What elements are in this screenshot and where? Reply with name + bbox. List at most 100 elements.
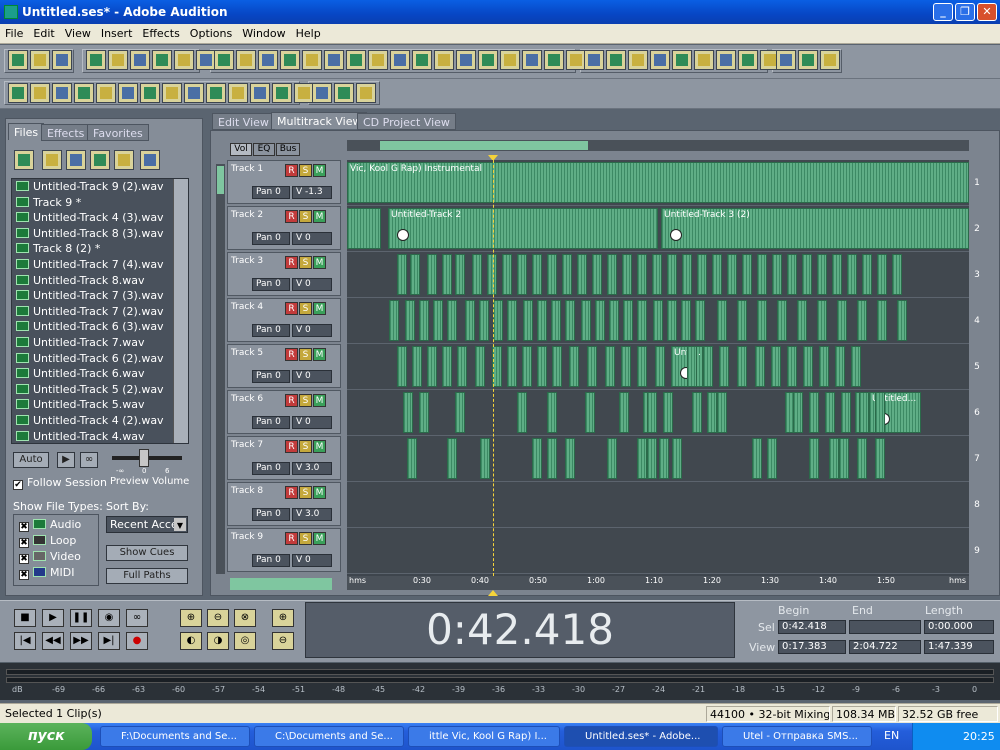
record-arm-button[interactable]: R: [285, 210, 298, 223]
solo-button[interactable]: S: [299, 440, 312, 453]
audio-clip[interactable]: [841, 392, 851, 433]
mute-button[interactable]: M: [313, 302, 326, 315]
preview-volume-slider[interactable]: [139, 449, 149, 467]
track-lane[interactable]: Untitled-Track 2 Untitled-Track 3 (2): [347, 206, 969, 252]
track-lane[interactable]: Untitled...: [347, 390, 969, 436]
audio-clip[interactable]: [797, 300, 807, 341]
toolbar-button[interactable]: [584, 50, 604, 70]
audio-clip[interactable]: [447, 300, 457, 341]
audio-clip[interactable]: [537, 346, 547, 387]
play-button[interactable]: ▶: [42, 609, 64, 627]
audio-clip[interactable]: [697, 254, 707, 295]
file-list-item[interactable]: Untitled-Track 5 (2).wav: [12, 382, 188, 398]
track-lanes[interactable]: Vic, Kool G Rap) Instrumental Untitled-Tr…: [347, 160, 969, 576]
view-toolbar-button[interactable]: [184, 83, 204, 103]
toolbar-button[interactable]: [820, 50, 840, 70]
record-arm-button[interactable]: R: [285, 486, 298, 499]
audio-clip[interactable]: [577, 254, 587, 295]
toolbar-button[interactable]: [478, 50, 498, 70]
start-button[interactable]: пуск: [0, 723, 92, 750]
audio-clip[interactable]: [410, 254, 420, 295]
file-list-item[interactable]: Untitled-Track 5.wav: [12, 397, 188, 413]
toolbar-button[interactable]: [544, 50, 564, 70]
audio-clip[interactable]: [875, 392, 885, 433]
audio-clip[interactable]: [862, 254, 872, 295]
file-list-item[interactable]: Untitled-Track 8.wav: [12, 273, 188, 289]
audio-clip[interactable]: [787, 254, 797, 295]
track-name[interactable]: Track 3: [231, 256, 263, 266]
audio-clip[interactable]: [565, 438, 575, 479]
toolbar-button[interactable]: [8, 50, 28, 70]
audio-clip[interactable]: [667, 300, 677, 341]
toolbar-button[interactable]: [368, 50, 388, 70]
audio-clip[interactable]: [663, 392, 673, 433]
track-lane[interactable]: Unti...: [347, 344, 969, 390]
audio-clip[interactable]: [419, 300, 429, 341]
audio-clip[interactable]: [877, 300, 887, 341]
files-toolbar-button[interactable]: [140, 150, 160, 170]
track-name[interactable]: Track 5: [231, 348, 263, 358]
toolbar-button[interactable]: [566, 50, 586, 70]
pan-field[interactable]: Pan 0: [252, 554, 290, 567]
toolbar-button[interactable]: [86, 50, 106, 70]
track-lane[interactable]: Vic, Kool G Rap) Instrumental: [347, 160, 969, 206]
zoom-out-horizontal-button[interactable]: ⊖: [207, 609, 229, 627]
tab-cd-project-view[interactable]: CD Project View: [357, 113, 456, 130]
view-toolbar-button[interactable]: [8, 83, 28, 103]
zoom-in-vertical-button[interactable]: ⊕: [272, 609, 294, 627]
zoom-left-button[interactable]: ◐: [180, 632, 202, 650]
audio-clip[interactable]: Vic, Kool G Rap) Instrumental: [347, 162, 969, 203]
audio-clip[interactable]: [619, 392, 629, 433]
language-indicator[interactable]: EN: [884, 729, 899, 742]
toolbar-button[interactable]: [434, 50, 454, 70]
audio-clip[interactable]: [517, 254, 527, 295]
audio-clip[interactable]: [637, 346, 647, 387]
audio-clip[interactable]: [755, 346, 765, 387]
audio-clip[interactable]: [405, 300, 415, 341]
mute-button[interactable]: M: [313, 486, 326, 499]
tab-multitrack-view[interactable]: Multitrack View: [271, 112, 368, 129]
type-video-checkbox[interactable]: ✖ Video: [19, 550, 81, 564]
audio-clip[interactable]: [847, 254, 857, 295]
taskbar-item-utel[interactable]: Utel - Отправка SMS...: [722, 726, 872, 747]
full-paths-button[interactable]: Full Paths: [106, 568, 188, 584]
audio-clip[interactable]: [637, 300, 647, 341]
audio-clip[interactable]: [877, 254, 887, 295]
pan-field[interactable]: Pan 0: [252, 278, 290, 291]
audio-clip[interactable]: [595, 300, 605, 341]
view-toolbar-button[interactable]: [140, 83, 160, 103]
files-toolbar-button[interactable]: [66, 150, 86, 170]
toolbar-button[interactable]: [456, 50, 476, 70]
toolbar-button[interactable]: [152, 50, 172, 70]
track-name[interactable]: Track 4: [231, 302, 263, 312]
record-arm-button[interactable]: R: [285, 532, 298, 545]
audio-clip[interactable]: [757, 300, 767, 341]
mute-button[interactable]: M: [313, 532, 326, 545]
audio-clip[interactable]: [692, 392, 702, 433]
type-audio-checkbox[interactable]: ✖ Audio: [19, 518, 81, 532]
audio-clip[interactable]: [737, 346, 747, 387]
track-header[interactable]: Track 7 R S M Pan 0V 3.0: [227, 436, 341, 480]
audio-clip[interactable]: [647, 438, 657, 479]
volume-field[interactable]: V 0: [292, 370, 332, 383]
track-header[interactable]: Track 6 R S M Pan 0V 0: [227, 390, 341, 434]
audio-clip[interactable]: [522, 346, 532, 387]
zoom-out-vertical-button[interactable]: ⊖: [272, 632, 294, 650]
solo-button[interactable]: S: [299, 256, 312, 269]
audio-clip[interactable]: [793, 392, 803, 433]
audio-clip[interactable]: [455, 392, 465, 433]
audio-clip[interactable]: [667, 254, 677, 295]
audio-clip[interactable]: [442, 346, 452, 387]
audio-clip[interactable]: Untitled-Track 2: [388, 208, 658, 249]
audio-clip[interactable]: [835, 346, 845, 387]
tab-favorites[interactable]: Favorites: [87, 124, 149, 141]
file-list-item[interactable]: Untitled-Track 6 (2).wav: [12, 351, 188, 367]
view-toolbar-button[interactable]: [162, 83, 182, 103]
audio-clip[interactable]: [787, 346, 797, 387]
file-list-item[interactable]: Untitled-Track 4 (2).wav: [12, 413, 188, 429]
audio-clip[interactable]: [479, 300, 489, 341]
audio-clip[interactable]: [809, 392, 819, 433]
toolbar-button[interactable]: [694, 50, 714, 70]
pan-field[interactable]: Pan 0: [252, 508, 290, 521]
audio-clip[interactable]: [742, 254, 752, 295]
